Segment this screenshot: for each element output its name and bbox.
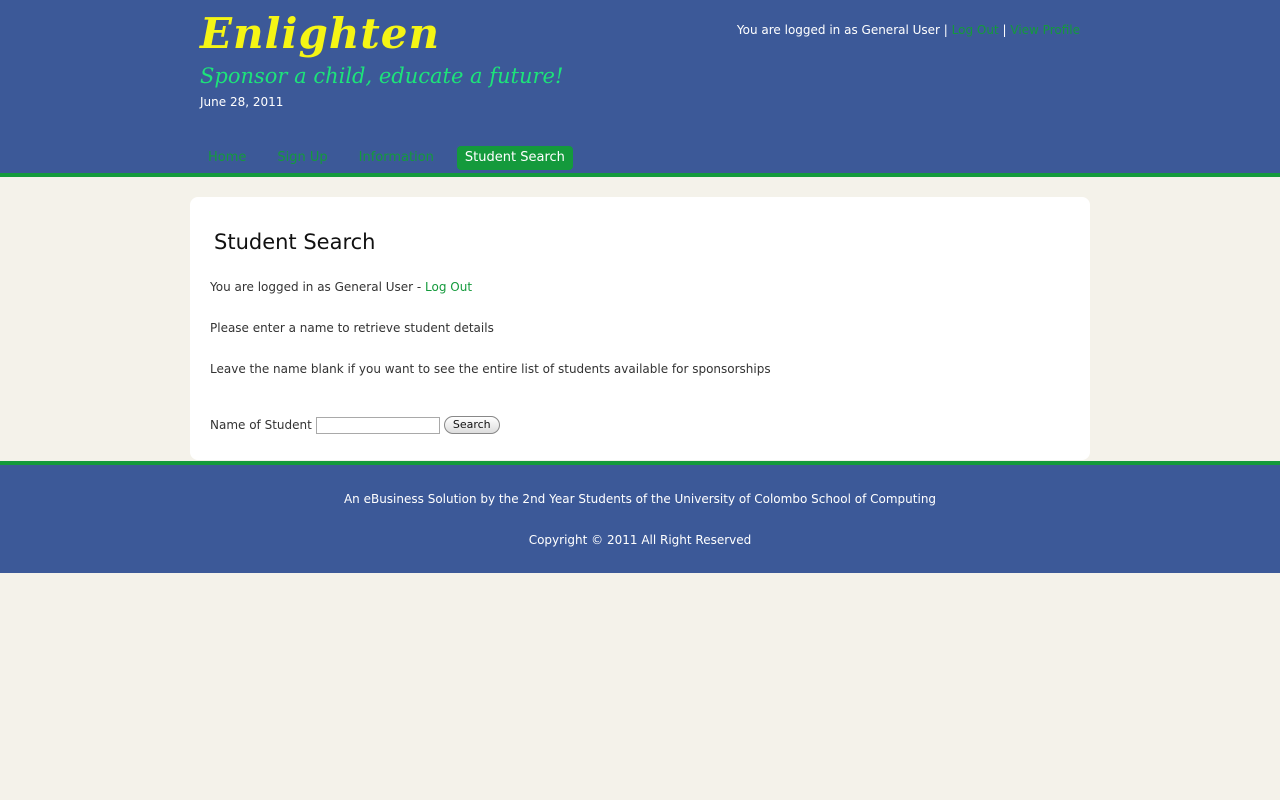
nav-item-information[interactable]: Information [351, 146, 442, 170]
current-date: June 28, 2011 [200, 95, 284, 109]
login-status-text: You are logged in as General User - [210, 280, 422, 294]
site-footer: An eBusiness Solution by the 2nd Year St… [0, 461, 1280, 573]
nav-item-sign-up[interactable]: Sign Up [269, 146, 335, 170]
instruction-blank-text: Leave the name blank if you want to see … [210, 362, 771, 376]
search-form: Name of Student Search [210, 416, 500, 434]
login-status-line: You are logged in as General User - Log … [210, 279, 472, 295]
header-logout-link[interactable]: Log Out [952, 23, 999, 37]
logged-in-text: You are logged in as General User | [736, 23, 948, 37]
site-tagline: Sponsor a child, educate a future! [200, 64, 564, 88]
content-panel: Student Search You are logged in as Gene… [190, 197, 1090, 460]
instruction-text: Please enter a name to retrieve student … [210, 321, 494, 335]
student-name-label: Name of Student [210, 418, 312, 432]
footer-credit: An eBusiness Solution by the 2nd Year St… [343, 492, 937, 506]
nav-item-home[interactable]: Home [200, 146, 254, 170]
main-nav: Home Sign Up Information Student Search [200, 146, 588, 170]
nav-item-student-search[interactable]: Student Search [456, 146, 573, 170]
user-status-bar: You are logged in as General User | Log … [737, 22, 1080, 38]
student-name-input[interactable] [315, 416, 440, 434]
footer-copyright: Copyright © 2011 All Right Reserved [528, 533, 752, 547]
site-title: Enlighten [200, 9, 441, 58]
link-separator: | [1002, 23, 1007, 37]
site-header: Enlighten Sponsor a child, educate a fut… [0, 0, 1280, 177]
search-button[interactable]: Search [443, 416, 500, 434]
view-profile-link[interactable]: View Profile [1010, 23, 1080, 37]
content-logout-link[interactable]: Log Out [425, 280, 472, 294]
page-title: Student Search [214, 230, 376, 254]
